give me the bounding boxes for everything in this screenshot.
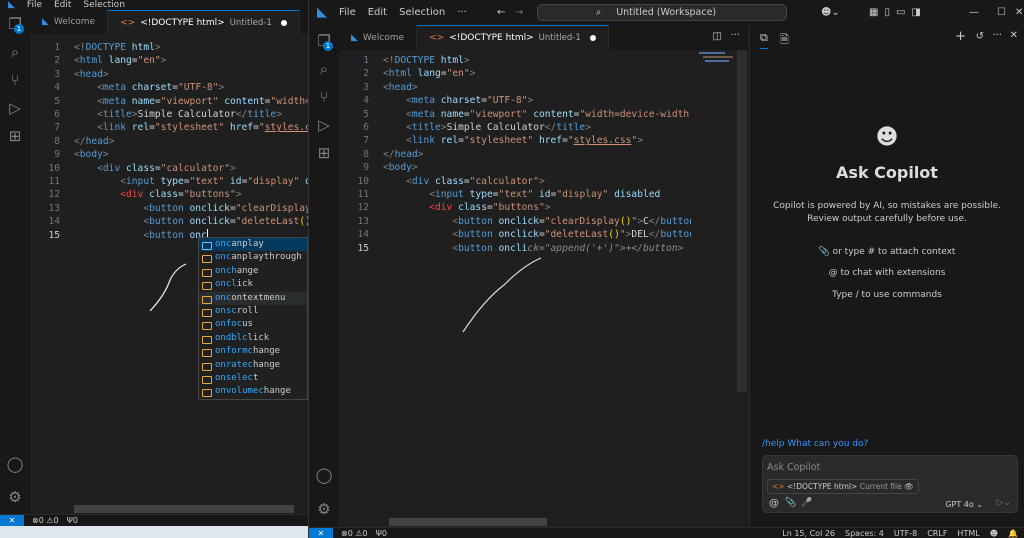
new-chat-plus-icon[interactable]: + (955, 29, 966, 44)
chat-input-placeholder[interactable]: Ask Copilot (767, 462, 820, 473)
eye-icon[interactable]: 👁 (904, 482, 914, 491)
encoding[interactable]: UTF-8 (894, 529, 917, 538)
history-icon[interactable]: ↺ (976, 31, 984, 42)
indentation[interactable]: Spaces: 4 (845, 529, 884, 538)
hand-drawn-stroke (462, 257, 542, 333)
layout-controls-icons[interactable]: ▦▯▭◨ (869, 7, 927, 18)
chat-title: Ask Copilot (836, 163, 938, 182)
html-file-icon: <> (772, 482, 787, 491)
vscode-window-front: ◣ File Edit Selection ··· ← → ⌕ Untitled… (308, 0, 1024, 538)
notifications-bell-icon[interactable]: 🔔 (1008, 529, 1018, 538)
language-mode[interactable]: HTML (957, 529, 979, 538)
minimize-icon[interactable]: — (969, 7, 979, 18)
send-icon[interactable]: ▷⌄ (997, 498, 1011, 508)
maximize-icon[interactable]: ☐ (997, 7, 1006, 18)
at-icon: @ (828, 268, 841, 278)
more-icon[interactable]: ··· (992, 30, 1002, 41)
copilot-status-icon[interactable]: ☻ (990, 529, 998, 538)
attach-icon[interactable]: 📎 (785, 498, 796, 508)
model-picker[interactable]: GPT 4o ⌄ (945, 500, 983, 509)
copilot-menu-icon[interactable]: ☻⌄ (821, 7, 840, 18)
hint-attach: 📎 or type # to attach context (818, 247, 956, 257)
close-window-icon[interactable]: ✕ (1015, 7, 1023, 18)
current-file-context-chip[interactable]: <> <!DOCTYPE html> Current file 👁 (767, 479, 919, 494)
help-suggestion-link[interactable]: /help What can you do? (762, 439, 868, 449)
hint-commands: Type / to use commands (832, 290, 942, 300)
copilot-logo-icon: ☻ (875, 125, 899, 150)
edits-tab-icon[interactable]: 🗎 (780, 31, 789, 50)
microphone-icon[interactable]: 🎤 (801, 498, 812, 508)
close-panel-icon[interactable]: ✕ (1010, 30, 1018, 41)
copilot-chat-panel: ⧉ 🗎 + ↺ ··· ✕ ☻ Ask Copilot Copilot is p… (749, 25, 1024, 527)
hand-drawn-stroke (149, 263, 187, 312)
end-of-line[interactable]: CRLF (927, 529, 947, 538)
chat-input-box[interactable]: Ask Copilot <> <!DOCTYPE html> Current f… (762, 455, 1018, 513)
paperclip-icon: 📎 (818, 247, 833, 257)
cursor-position[interactable]: Ln 15, Col 26 (782, 529, 835, 538)
chat-disclaimer: Copilot is powered by AI, so mistakes ar… (773, 201, 1001, 224)
hint-extensions: @ to chat with extensions (828, 268, 946, 278)
mention-at-icon[interactable]: @ (769, 498, 779, 509)
chat-tab-icon[interactable]: ⧉ (760, 31, 768, 49)
